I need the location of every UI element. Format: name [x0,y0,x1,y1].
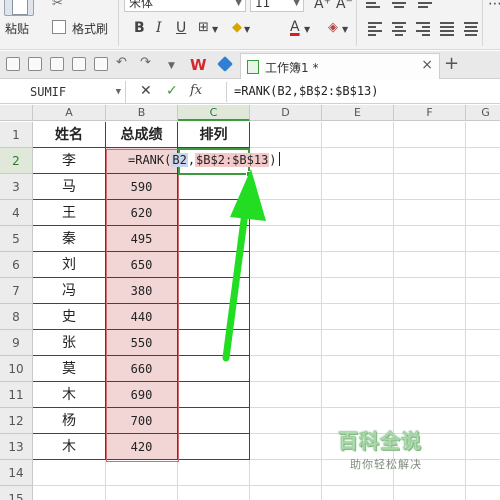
save-icon[interactable] [28,57,42,71]
tab-workbook[interactable]: 工作簿1 * × [240,53,440,79]
chevron-down-icon[interactable]: ▼ [168,58,175,74]
align-right-icon[interactable] [416,22,430,36]
fill-color-icon[interactable]: ◆ [232,20,242,36]
font-color-button[interactable]: A [290,19,300,35]
close-icon[interactable]: × [421,57,433,73]
export-pdf-icon[interactable] [94,57,108,71]
formula-bar: SUMIF ▼ ✕ ✓ fx =RANK(B2,$B$2:$B$13) [0,80,500,104]
more-icon[interactable]: ⋯ [488,0,500,12]
cut-icon[interactable]: ✂ [52,0,63,11]
align-center-icon[interactable] [392,22,406,36]
formula-bar-divider [226,82,227,102]
align-top-icon[interactable] [366,0,380,10]
shrink-font-button[interactable]: A⁻ [336,0,353,12]
chevron-down-icon[interactable]: ▼ [342,22,348,38]
annotation-layer [222,169,266,362]
distributed-align-icon[interactable] [464,22,478,36]
annotation-arrow-head [230,169,266,221]
spreadsheet-icon [247,60,259,74]
watermark-main-text: 百科全说 [338,429,422,454]
spreadsheet-grid[interactable]: A B C D E F G 1 2 3 4 5 6 7 8 9 10 11 12 13 14 15 姓名 总成绩 排列李马 590… [0,105,500,500]
clear-format-icon[interactable]: ◈ [328,20,338,36]
watermark-logo: 百科全说 助你轻松解决 [338,425,422,472]
print-preview-icon[interactable] [50,57,64,71]
insert-function-button[interactable]: fx [190,83,202,98]
chevron-down-icon[interactable]: ▼ [304,22,310,38]
chevron-down-icon[interactable]: ▼ [116,81,121,103]
ribbon-divider [118,0,119,46]
chevron-down-icon[interactable]: ▼ [244,22,250,38]
font-size-select[interactable]: 11 ▼ [250,0,304,12]
ribbon-divider [356,0,357,46]
undo-icon[interactable]: ↶ [116,55,127,71]
bold-button[interactable]: B [134,20,145,36]
borders-icon[interactable]: ⊞ [198,20,209,36]
font-size-value: 11 [255,0,271,10]
ribbon-divider [482,0,483,46]
chevron-down-icon: ▼ [293,0,300,8]
justify-icon[interactable] [440,22,454,36]
enter-icon[interactable]: ✓ [166,83,178,99]
print-icon[interactable] [72,57,86,71]
watermark-sub-text: 助你轻松解决 [350,458,422,471]
font-family-value: 宋体 [129,0,154,10]
format-painter-button[interactable]: 格式刷 [72,20,108,37]
align-left-icon[interactable] [368,22,382,36]
cloud-cube-icon[interactable] [217,56,233,72]
name-box[interactable]: SUMIF ▼ [0,81,126,103]
paste-icon[interactable] [4,0,34,16]
cancel-icon[interactable]: ✕ [140,83,152,99]
formula-input[interactable]: =RANK(B2,$B$2:$B$13) [234,84,379,98]
format-painter-icon[interactable] [52,20,66,34]
new-tab-button[interactable]: + [444,53,459,74]
align-bottom-icon[interactable] [418,0,432,10]
paste-button[interactable]: 粘贴 [5,20,29,37]
name-box-value: SUMIF [30,85,67,99]
wps-logo-icon[interactable]: W [190,56,207,74]
grow-font-button[interactable]: A⁺ [314,0,331,12]
annotation-arrow-shaft [222,201,250,362]
underline-button[interactable]: U [176,20,186,36]
align-middle-icon[interactable] [392,0,406,10]
italic-button[interactable]: I [156,20,162,36]
open-folder-icon[interactable] [6,57,20,71]
font-family-select[interactable]: 宋体 ▼ [124,0,246,12]
quick-access-tab-bar: ↶ ↷ ▼ W 工作簿1 * × + [0,51,500,79]
ribbon-toolbar: 粘贴 ✂ 格式刷 宋体 ▼ 11 ▼ A⁺ A⁻ B I U ⊞ ▼ ◆ ▼ A… [0,0,500,50]
redo-icon[interactable]: ↷ [140,55,151,71]
chevron-down-icon: ▼ [235,0,242,8]
tab-title: 工作簿1 * [265,61,319,75]
chevron-down-icon[interactable]: ▼ [212,22,218,38]
